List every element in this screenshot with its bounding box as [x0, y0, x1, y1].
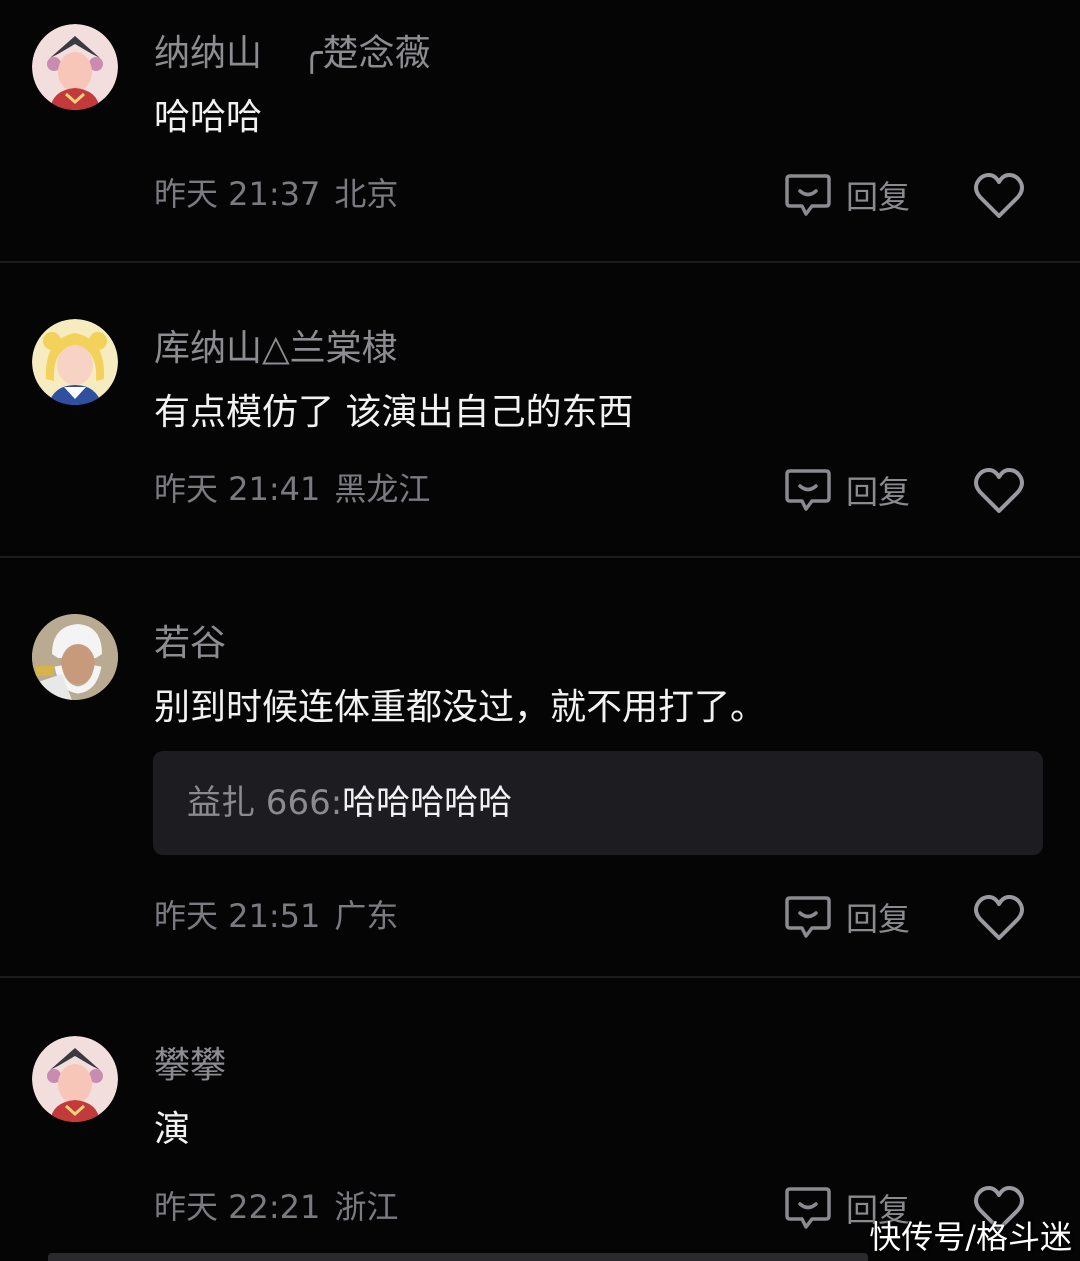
quoted-reply-text: 哈哈哈哈哈	[342, 783, 513, 823]
comment-bubble-icon	[785, 896, 831, 938]
timestamp: 昨天 21:37	[154, 175, 321, 213]
location: 黑龙江	[334, 470, 431, 508]
timestamp: 昨天 21:41	[154, 470, 321, 508]
username[interactable]: 攀攀	[154, 1044, 226, 1088]
like-button[interactable]	[972, 172, 1026, 220]
reply-label: 回复	[846, 178, 911, 216]
username[interactable]: 库纳山△兰棠棣	[154, 327, 398, 371]
timestamp: 昨天 22:21	[154, 1188, 321, 1226]
reply-button[interactable]: 回复	[784, 467, 910, 513]
comment-bubble-icon	[785, 174, 831, 216]
like-button[interactable]	[972, 894, 1026, 942]
comment-text: 演	[154, 1109, 191, 1150]
avatar[interactable]	[32, 24, 118, 110]
location: 北京	[334, 175, 399, 213]
username[interactable]: 若谷	[154, 622, 226, 666]
heart-outline-icon	[974, 173, 1024, 218]
heart-outline-icon	[974, 895, 1024, 940]
reply-button[interactable]: 回复	[784, 172, 910, 218]
comment-item: 纳纳山 ╭楚念薇 哈哈哈 昨天 21:37 北京 回复	[0, 0, 1080, 262]
reply-label: 回复	[846, 900, 911, 938]
avatar[interactable]	[32, 614, 118, 700]
username[interactable]: 纳纳山 ╭楚念薇	[154, 32, 431, 76]
avatar[interactable]	[32, 319, 118, 405]
comment-bubble-icon	[785, 1187, 831, 1229]
comment-text: 哈哈哈	[154, 97, 263, 138]
quoted-reply-line: 益扎 666:哈哈哈哈哈	[187, 781, 512, 825]
comment-meta: 昨天 21:51 广东	[154, 896, 398, 936]
comment-meta: 昨天 22:21 浙江	[154, 1187, 398, 1227]
watermark: 快传号/格斗迷	[869, 1218, 1072, 1256]
comment-item: 库纳山△兰棠棣 有点模仿了 该演出自己的东西 昨天 21:41 黑龙江 回复	[0, 263, 1080, 557]
location: 广东	[334, 897, 399, 935]
timestamp: 昨天 21:51	[154, 897, 321, 935]
like-button[interactable]	[972, 467, 1026, 515]
comment-text: 有点模仿了 该演出自己的东西	[154, 392, 634, 433]
next-item-edge	[48, 1253, 868, 1261]
comment-meta: 昨天 21:37 北京	[154, 174, 398, 214]
comment-text: 别到时候连体重都没过，就不用打了。	[154, 687, 767, 728]
comment-bubble-icon	[785, 469, 831, 511]
reply-label: 回复	[846, 473, 911, 511]
quoted-reply[interactable]: 益扎 666:哈哈哈哈哈	[153, 751, 1043, 855]
location: 浙江	[334, 1188, 399, 1226]
reply-button[interactable]: 回复	[784, 894, 910, 940]
username-primary: 纳纳山	[154, 33, 263, 74]
username-secondary: ╭楚念薇	[300, 33, 431, 74]
comment-meta: 昨天 21:41 黑龙江	[154, 469, 430, 509]
heart-outline-icon	[974, 468, 1024, 513]
comment-item: 若谷 别到时候连体重都没过，就不用打了。 益扎 666:哈哈哈哈哈 昨天 21:…	[0, 558, 1080, 978]
quoted-reply-author: 益扎 666:	[187, 783, 343, 823]
avatar[interactable]	[32, 1036, 118, 1122]
